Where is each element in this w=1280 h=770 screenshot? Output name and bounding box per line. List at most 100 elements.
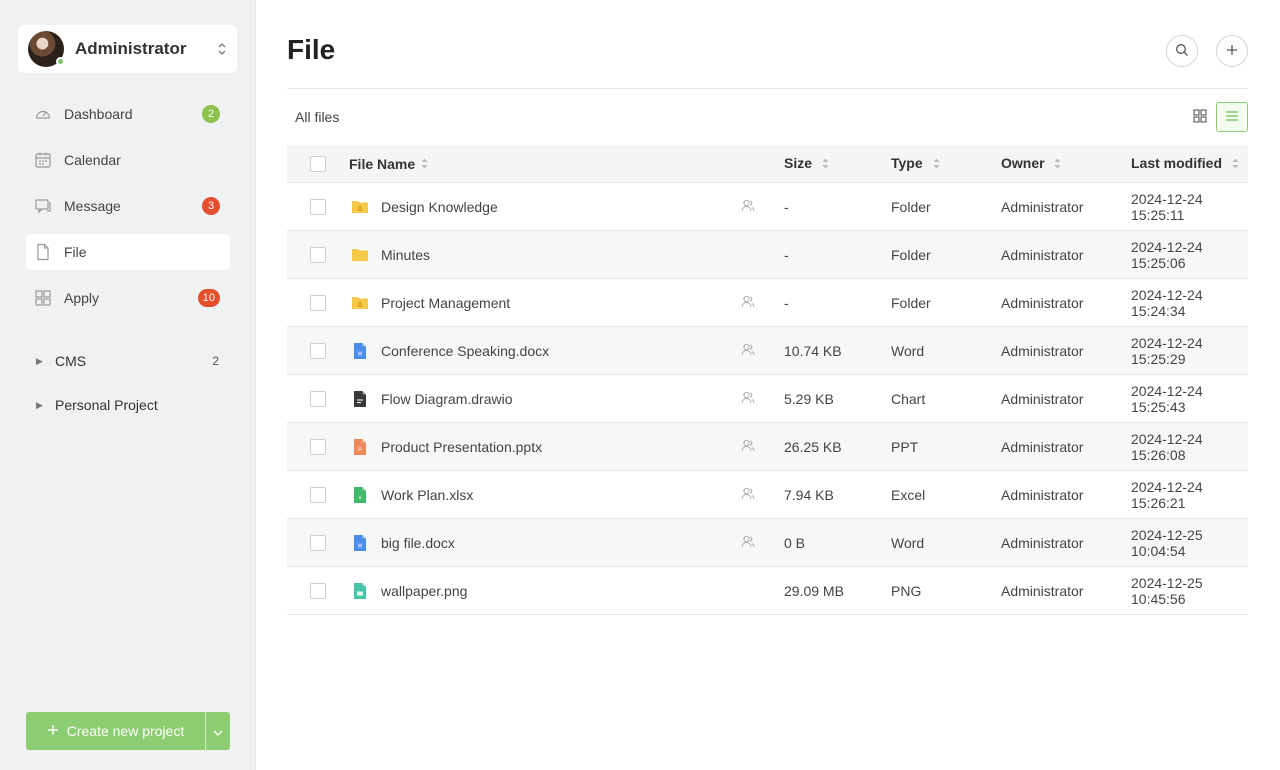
file-last-modified: 2024-12-24 15:24:34 (1131, 286, 1203, 319)
file-name[interactable]: Work Plan.xlsx (381, 487, 473, 503)
shared-users-icon (741, 487, 755, 503)
column-header-owner[interactable]: Owner (1001, 155, 1131, 172)
file-last-modified: 2024-12-24 15:25:29 (1131, 334, 1203, 367)
online-status-dot (56, 57, 65, 66)
file-name[interactable]: Product Presentation.pptx (381, 439, 542, 455)
breadcrumb[interactable]: All files (295, 109, 339, 125)
avatar (28, 31, 65, 67)
sort-icon (1232, 156, 1239, 172)
file-owner: Administrator (1001, 294, 1084, 311)
file-name[interactable]: wallpaper.png (381, 583, 467, 599)
sidebar-nav: Dashboard 2 Calendar Message 3 File Apply 10 (26, 96, 230, 326)
column-header-type[interactable]: Type (891, 155, 1001, 172)
table-row[interactable]: wallpaper.png 29.09 MB PNG Administrator 202… (287, 567, 1248, 615)
sort-icon (933, 156, 940, 172)
file-name[interactable]: Conference Speaking.docx (381, 343, 549, 359)
file-size: - (784, 294, 789, 311)
page-title: File (287, 34, 336, 65)
caret-right-icon[interactable]: ▶ (36, 356, 45, 367)
table-row[interactable]: P Product Presentation.pptx 26.25 KB PPT Adm… (287, 423, 1248, 471)
main-content: File All files File Name Size Type Owner… (256, 0, 1280, 770)
shared-folder-icon (351, 198, 369, 216)
row-checkbox[interactable] (310, 342, 326, 359)
file-name[interactable]: Project Management (381, 295, 510, 311)
switch-account-icon[interactable] (217, 41, 227, 57)
column-header-size-label: Size (784, 154, 813, 171)
row-checkbox[interactable] (310, 246, 326, 263)
create-new-project-button[interactable]: Create new project (26, 712, 206, 750)
caret-right-icon[interactable]: ▶ (36, 400, 45, 411)
shared-users-icon (741, 295, 755, 311)
file-size: 29.09 MB (784, 582, 844, 599)
file-last-modified: 2024-12-24 15:25:06 (1131, 238, 1203, 271)
file-table: File Name Size Type Owner Last modified (287, 145, 1248, 615)
row-checkbox[interactable] (310, 486, 326, 503)
shared-users-icon (741, 439, 755, 455)
excel-document-icon: X (351, 486, 369, 504)
file-type: Excel (891, 486, 926, 503)
project-group-personal-project[interactable]: ▶ Personal Project (36, 390, 230, 420)
sort-icon (822, 156, 829, 172)
column-header-file-name[interactable]: File Name (349, 156, 781, 172)
file-type: Folder (891, 246, 931, 263)
column-header-owner-label: Owner (1001, 154, 1045, 171)
table-row[interactable]: Design Knowledge - Folder Administrator 2024… (287, 183, 1248, 231)
file-owner: Administrator (1001, 534, 1084, 551)
create-project-dropdown-button[interactable] (206, 712, 230, 750)
search-button[interactable] (1166, 35, 1198, 67)
file-last-modified: 2024-12-24 15:25:11 (1131, 190, 1203, 223)
sidebar-item-label: Message (64, 198, 121, 214)
sidebar-item-message[interactable]: Message 3 (26, 188, 230, 224)
file-last-modified: 2024-12-25 10:04:54 (1131, 526, 1203, 559)
sidebar-item-label: Calendar (64, 152, 121, 168)
row-checkbox[interactable] (310, 438, 326, 455)
table-row[interactable]: Minutes - Folder Administrator 2024-12-24 15… (287, 231, 1248, 279)
chevron-down-icon (213, 723, 223, 739)
sidebar-item-file[interactable]: File (26, 234, 230, 270)
sidebar-item-label: Dashboard (64, 106, 133, 122)
count-badge: 2 (202, 105, 220, 123)
table-header: File Name Size Type Owner Last modified (287, 145, 1248, 183)
file-owner: Administrator (1001, 438, 1084, 455)
table-row[interactable]: W Conference Speaking.docx 10.74 KB Word Adm… (287, 327, 1248, 375)
table-row[interactable]: Flow Diagram.drawio 5.29 KB Chart Administr… (287, 375, 1248, 423)
account-switcher[interactable]: Administrator (18, 25, 237, 73)
list-view-button[interactable] (1216, 102, 1248, 132)
sidebar-item-calendar[interactable]: Calendar (26, 142, 230, 178)
file-owner: Administrator (1001, 390, 1084, 407)
row-checkbox[interactable] (310, 294, 326, 311)
file-name[interactable]: Minutes (381, 247, 430, 263)
file-last-modified: 2024-12-25 10:45:56 (1131, 574, 1203, 607)
sidebar-item-dashboard[interactable]: Dashboard 2 (26, 96, 230, 132)
file-name[interactable]: Design Knowledge (381, 199, 498, 215)
select-all-checkbox[interactable] (310, 155, 326, 172)
project-group-label: Personal Project (55, 397, 158, 413)
shared-users-icon (741, 535, 755, 551)
project-group-cms[interactable]: ▶ CMS 2 (36, 346, 230, 376)
row-checkbox[interactable] (310, 582, 326, 599)
table-row[interactable]: Project Management - Folder Administrator 20… (287, 279, 1248, 327)
sidebar-item-label: Apply (64, 290, 100, 306)
row-checkbox[interactable] (310, 390, 326, 407)
file-size: - (784, 198, 789, 215)
row-checkbox[interactable] (310, 198, 326, 215)
table-row[interactable]: X Work Plan.xlsx 7.94 KB Excel Administrator… (287, 471, 1248, 519)
table-row[interactable]: Wbig file.docx 0 B Word Administrator 2024-1… (287, 519, 1248, 567)
column-header-last-modified[interactable]: Last modified (1131, 155, 1248, 172)
column-header-size[interactable]: Size (781, 155, 891, 172)
grid-icon (1193, 108, 1207, 126)
file-name[interactable]: Flow Diagram.drawio (381, 391, 512, 407)
file-last-modified: 2024-12-24 15:25:43 (1131, 382, 1203, 415)
file-type: Folder (891, 198, 931, 215)
sidebar-item-apply[interactable]: Apply 10 (26, 280, 230, 316)
grid-view-button[interactable] (1184, 102, 1216, 132)
search-icon (1175, 43, 1189, 60)
svg-text:W: W (358, 351, 363, 357)
row-checkbox[interactable] (310, 534, 326, 551)
add-button[interactable] (1216, 35, 1248, 67)
app: Administrator Dashboard 2 Calendar Message 3… (0, 0, 1280, 770)
file-size: 7.94 KB (784, 486, 834, 503)
file-name[interactable]: big file.docx (381, 535, 455, 551)
file-type: Folder (891, 294, 931, 311)
file-type: PPT (891, 438, 919, 455)
